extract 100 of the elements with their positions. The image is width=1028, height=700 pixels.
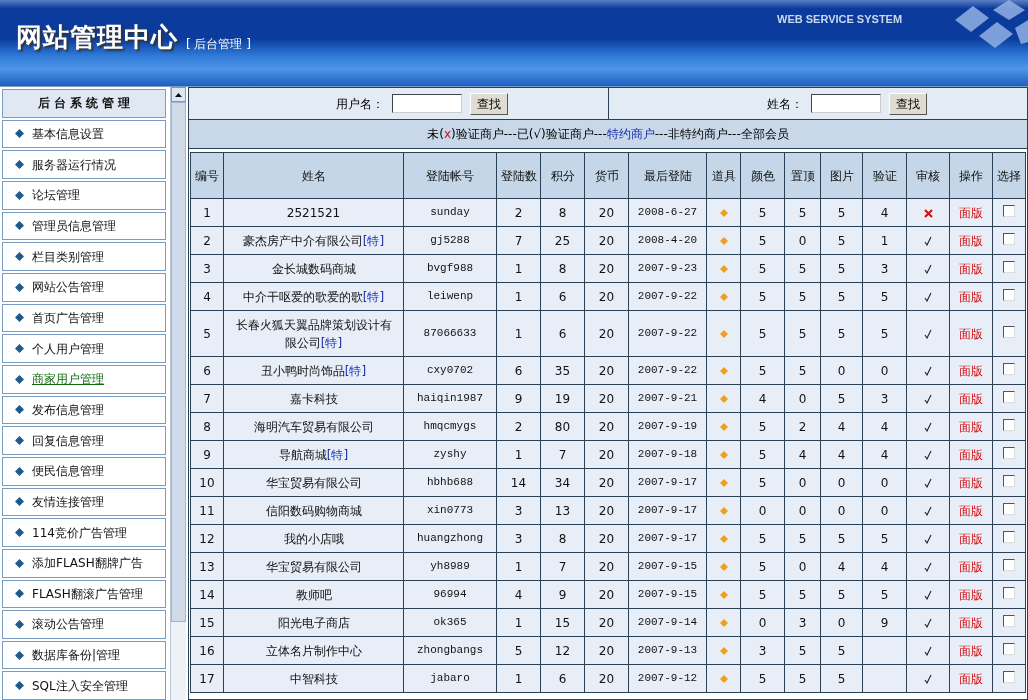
row-checkbox[interactable]: [1003, 232, 1015, 245]
row-checkbox[interactable]: [1003, 558, 1015, 571]
row-checkbox[interactable]: [1003, 418, 1015, 431]
sidebar-item[interactable]: 基本信息设置: [2, 119, 166, 149]
table-cell: 25: [540, 226, 585, 255]
check-icon[interactable]: [924, 646, 932, 656]
table-cell: 2007-9-17: [628, 468, 707, 497]
table-cell: 0: [862, 468, 907, 497]
sidebar-item[interactable]: 添加FLASH翻牌广告: [2, 548, 166, 578]
sidebar-item[interactable]: 114竞价广告管理: [2, 518, 166, 547]
table-cell: 7: [496, 226, 541, 255]
check-icon[interactable]: [924, 366, 932, 376]
table-cell: 20: [584, 254, 629, 283]
table-cell: 5: [820, 580, 863, 609]
check-icon[interactable]: [924, 478, 932, 488]
row-checkbox[interactable]: [1003, 586, 1015, 599]
table-cell: 5: [190, 310, 224, 357]
filter-legend: 未(x)验证商户---已(√)验证商户---特约商户---非特约商户---全部会员: [427, 125, 789, 143]
tagline: WEB SERVICE SYSTEM: [777, 12, 903, 27]
table-cell: bvgf988: [403, 254, 497, 283]
sidebar-item[interactable]: 服务器运行情况: [2, 150, 166, 179]
sidebar-item[interactable]: 回复信息管理: [2, 426, 166, 455]
row-checkbox[interactable]: [1003, 614, 1015, 627]
table-cell: cxy0702: [403, 356, 497, 385]
cross-icon[interactable]: [923, 208, 933, 218]
check-icon[interactable]: [924, 506, 932, 516]
check-icon[interactable]: [924, 292, 932, 302]
row-checkbox[interactable]: [1003, 325, 1015, 338]
table-cell: 5: [820, 282, 863, 311]
special-tag[interactable]: [特]: [344, 363, 367, 378]
table-cell: 20: [584, 356, 629, 385]
table-cell: hbhb688: [403, 468, 497, 497]
table-cell: 2: [190, 226, 224, 255]
sidebar-item[interactable]: 论坛管理: [2, 180, 166, 210]
table-cell: 5: [820, 664, 863, 693]
check-icon[interactable]: [924, 236, 932, 246]
search-button[interactable]: 查找: [469, 92, 508, 115]
search-field[interactable]: [811, 94, 881, 113]
special-tag[interactable]: [特]: [362, 289, 385, 304]
sidebar-item[interactable]: 栏目类别管理: [2, 242, 166, 271]
sidebar-item[interactable]: 首页广告管理: [2, 303, 166, 333]
check-icon[interactable]: [924, 590, 932, 600]
special-tag[interactable]: [特]: [362, 233, 385, 248]
sidebar-item[interactable]: 友情连接管理: [2, 487, 166, 517]
search-field[interactable]: [391, 94, 462, 113]
sidebar-item[interactable]: 管理员信息管理: [2, 211, 166, 241]
diamond-icon: [15, 405, 24, 415]
row-checkbox[interactable]: [1003, 390, 1015, 403]
table-cell: zhongbangs: [403, 636, 497, 665]
panel-link[interactable]: 面版: [959, 326, 983, 341]
table-cell: 5: [784, 356, 821, 385]
sidebar-item[interactable]: SQL注入安全管理: [2, 671, 166, 700]
row-checkbox[interactable]: [1003, 446, 1015, 459]
sidebar-item[interactable]: 商家用户管理: [2, 364, 166, 394]
check-icon[interactable]: [924, 618, 932, 628]
check-icon[interactable]: [924, 450, 932, 460]
check-icon[interactable]: [924, 674, 932, 684]
check-icon[interactable]: [924, 534, 932, 544]
table-cell: 20: [584, 282, 629, 311]
check-icon[interactable]: [924, 394, 932, 404]
sidebar-item[interactable]: 发布信息管理: [2, 395, 166, 425]
row-checkbox[interactable]: [1003, 288, 1015, 301]
legend-link[interactable]: 特约商户: [606, 127, 655, 141]
sidebar-item[interactable]: 滚动公告管理: [2, 610, 166, 639]
table-cell: 34: [540, 468, 585, 497]
table-cell: 1: [496, 440, 541, 469]
table-cell: 5: [740, 254, 785, 283]
table-cell: 3: [496, 524, 541, 553]
column-header: 操作: [949, 152, 993, 199]
sidebar-item[interactable]: 数据库备份|管理: [2, 640, 166, 670]
check-icon[interactable]: [924, 422, 932, 432]
check-icon[interactable]: [924, 562, 932, 572]
row-checkbox[interactable]: [1003, 260, 1015, 273]
row-checkbox[interactable]: [1003, 642, 1015, 655]
scroll-up-button[interactable]: [171, 87, 186, 102]
search-button[interactable]: 查找: [889, 92, 927, 115]
row-checkbox[interactable]: [1003, 530, 1015, 543]
row-checkbox[interactable]: [1003, 204, 1015, 217]
scrollbar[interactable]: [170, 87, 186, 700]
check-icon[interactable]: [924, 264, 932, 274]
scroll-thumb[interactable]: [171, 102, 186, 622]
table-cell: huangzhong: [403, 524, 497, 553]
table-cell: 0: [820, 496, 863, 525]
row-checkbox[interactable]: [1003, 362, 1015, 375]
sidebar-item[interactable]: 网站公告管理: [2, 272, 166, 302]
name-cell: 2521521: [223, 198, 404, 227]
sidebar-item[interactable]: 便民信息管理: [2, 456, 166, 486]
table-cell: 5: [784, 198, 821, 227]
column-header: 道具: [706, 152, 741, 199]
table-cell: 20: [584, 198, 629, 227]
row-checkbox[interactable]: [1003, 474, 1015, 487]
special-tag[interactable]: [特]: [326, 447, 349, 462]
diamond-icon: [15, 528, 24, 537]
sidebar-item[interactable]: 个人用户管理: [2, 334, 166, 363]
special-tag[interactable]: [特]: [320, 335, 343, 350]
sidebar-item[interactable]: FLASH翻滚广告管理: [2, 579, 166, 609]
row-checkbox[interactable]: [1003, 502, 1015, 515]
table-cell: 5: [820, 384, 863, 413]
check-icon[interactable]: [924, 329, 932, 339]
row-checkbox[interactable]: [1003, 670, 1015, 683]
